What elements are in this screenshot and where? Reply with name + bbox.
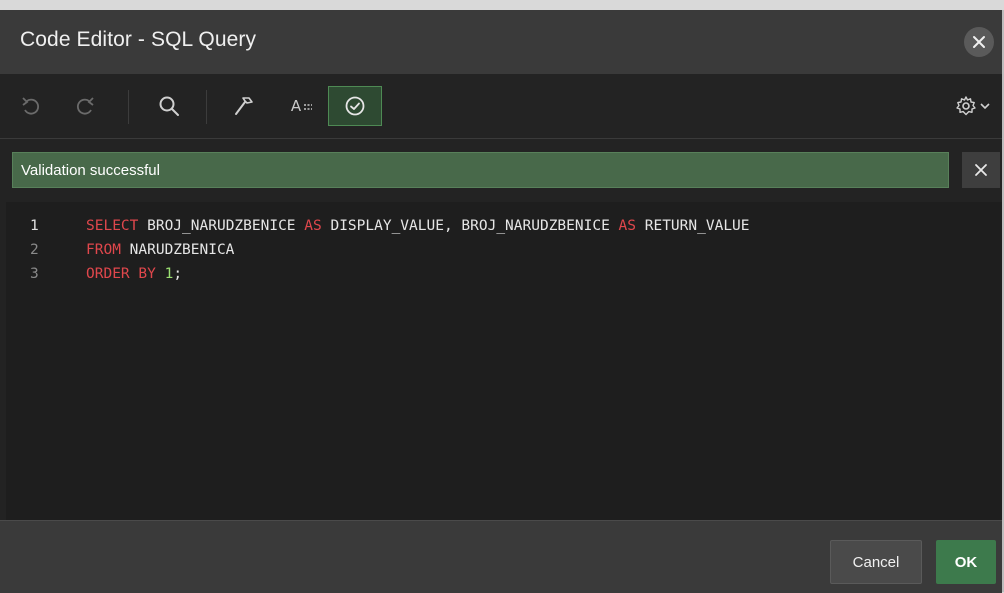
format-button[interactable] bbox=[226, 88, 262, 124]
sql-keyword: FROM bbox=[86, 242, 121, 258]
font-size-button[interactable]: A bbox=[284, 88, 320, 124]
toolbar-divider bbox=[128, 90, 129, 124]
check-circle-icon bbox=[345, 96, 365, 116]
undo-button[interactable] bbox=[14, 88, 48, 124]
sql-keyword: AS bbox=[304, 218, 322, 234]
sql-identifier: DISPLAY_VALUE, BROJ_NARUDZBENICE bbox=[321, 218, 619, 234]
code-line[interactable]: 2 FROM NARUDZBENICA bbox=[6, 238, 1002, 262]
toolbar-divider bbox=[206, 90, 207, 124]
redo-button[interactable] bbox=[68, 88, 102, 124]
validate-button[interactable] bbox=[328, 86, 382, 126]
close-icon bbox=[975, 164, 987, 176]
code-text: SELECT BROJ_NARUDZBENICE AS DISPLAY_VALU… bbox=[86, 214, 750, 238]
sql-keyword: ORDER BY bbox=[86, 266, 156, 282]
undo-icon bbox=[22, 97, 40, 115]
editor-toolbar: A bbox=[0, 74, 1002, 139]
dialog-footer: Cancel OK bbox=[0, 520, 1002, 593]
code-text: ORDER BY 1; bbox=[86, 262, 182, 286]
code-line[interactable]: 3 ORDER BY 1; bbox=[6, 262, 1002, 286]
sql-identifier: RETURN_VALUE bbox=[636, 218, 750, 234]
sql-identifier: ; bbox=[173, 266, 183, 282]
sql-keyword: SELECT bbox=[86, 218, 139, 234]
line-number: 3 bbox=[30, 266, 39, 282]
line-number: 1 bbox=[30, 218, 39, 234]
validation-banner: Validation successful bbox=[12, 152, 949, 188]
dialog-title: Code Editor - SQL Query bbox=[20, 28, 257, 51]
dismiss-banner-button[interactable] bbox=[962, 152, 1000, 188]
dialog-titlebar: Code Editor - SQL Query bbox=[0, 10, 1002, 75]
search-icon bbox=[159, 96, 179, 116]
sql-keyword: AS bbox=[618, 218, 637, 234]
code-line[interactable]: 1 SELECT BROJ_NARUDZBENICE AS DISPLAY_VAL… bbox=[6, 214, 1002, 238]
sql-number: 1 bbox=[164, 266, 174, 282]
settings-button[interactable] bbox=[948, 88, 998, 124]
line-number: 2 bbox=[30, 242, 39, 258]
chevron-down-icon bbox=[980, 103, 990, 110]
cancel-button[interactable]: Cancel bbox=[830, 540, 922, 584]
sql-identifier: NARUDZBENICA bbox=[120, 242, 235, 258]
redo-icon bbox=[76, 97, 94, 115]
ok-button[interactable]: OK bbox=[936, 540, 996, 584]
validation-message: Validation successful bbox=[21, 161, 160, 179]
code-editor-dialog: Code Editor - SQL Query A Validation suc… bbox=[0, 10, 1004, 593]
code-editor-area[interactable]: 1 SELECT BROJ_NARUDZBENICE AS DISPLAY_VAL… bbox=[6, 202, 1002, 520]
font-size-label: A bbox=[290, 97, 302, 115]
close-icon bbox=[973, 36, 985, 48]
font-lines-icon bbox=[304, 104, 313, 110]
gear-icon bbox=[956, 96, 976, 116]
search-button[interactable] bbox=[152, 88, 186, 124]
code-text: FROM NARUDZBENICA bbox=[86, 238, 234, 262]
sql-identifier bbox=[156, 266, 165, 282]
sql-identifier: BROJ_NARUDZBENICE bbox=[138, 218, 305, 234]
close-button[interactable] bbox=[964, 27, 994, 57]
hammer-icon bbox=[235, 97, 253, 115]
